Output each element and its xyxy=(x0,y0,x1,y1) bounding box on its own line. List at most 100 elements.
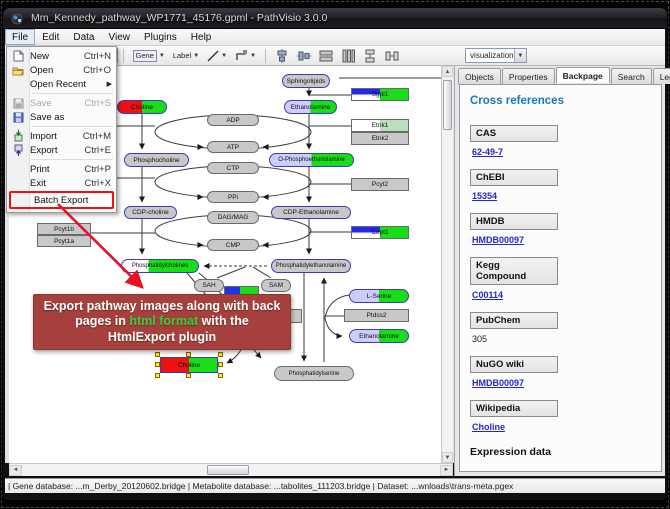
menu-data[interactable]: Data xyxy=(66,29,101,45)
tab-backpage[interactable]: Backpage xyxy=(556,67,610,83)
menu-item-open[interactable]: Open Ctrl+O xyxy=(7,63,116,77)
menu-item-batch-export[interactable]: Batch Export xyxy=(11,193,112,207)
save-icon xyxy=(10,98,26,109)
stack-horizontal-button[interactable] xyxy=(382,48,402,64)
menu-item-export[interactable]: Export Ctrl+E xyxy=(7,143,116,157)
xref-link[interactable]: Choline xyxy=(472,422,505,432)
backpage-panel[interactable]: Cross references CAS 62-49-7 ChEBI 15354… xyxy=(459,84,662,472)
node-ptdss2[interactable]: Ptdss2 xyxy=(344,309,409,322)
connector-tool[interactable]: ▼ xyxy=(232,48,259,64)
align-center-x-icon xyxy=(275,49,289,63)
node-phosphatidylethanolamine[interactable]: Phosphatidylethanolamine xyxy=(271,259,351,273)
selection-handle[interactable] xyxy=(186,352,191,357)
tab-search[interactable]: Search xyxy=(611,68,652,84)
save-as-icon xyxy=(10,112,26,123)
export-icon xyxy=(10,144,26,156)
tab-legend[interactable]: Legend xyxy=(653,68,670,84)
menu-item-open-recent[interactable]: Open Recent ▶ xyxy=(7,77,116,91)
scroll-up-icon[interactable]: ▲ xyxy=(442,66,453,77)
cross-references-heading: Cross references xyxy=(470,95,651,107)
tab-properties[interactable]: Properties xyxy=(502,68,555,84)
gene-node-tool[interactable]: Gene▼ xyxy=(130,48,168,64)
node-sgpl1[interactable]: Sgpl1 xyxy=(351,88,409,101)
align-center-y-button[interactable] xyxy=(294,48,314,64)
canvas-horizontal-scrollbar[interactable]: ◄ ► xyxy=(9,463,453,476)
menu-separator xyxy=(31,159,113,160)
node-cdp-choline[interactable]: CDP-choline xyxy=(124,206,177,219)
xref-link[interactable]: C00114 xyxy=(472,290,503,300)
align-center-x-button[interactable] xyxy=(272,48,292,64)
node-sah[interactable]: SAH xyxy=(194,279,224,292)
selection-handle[interactable] xyxy=(186,373,191,378)
node-cept1[interactable]: Cept1 xyxy=(351,226,409,239)
menu-item-print[interactable]: Print Ctrl+P xyxy=(7,162,116,176)
node-phosphatidylcholines[interactable]: Phosphatidylcholines xyxy=(121,259,199,273)
common-height-icon xyxy=(341,49,355,63)
node-ethanolamine[interactable]: Ethanolamine xyxy=(284,100,337,114)
node-sphingolipids[interactable]: Sphingolipids xyxy=(282,74,330,88)
node-pcyt1b[interactable]: Pcyt1b xyxy=(37,223,91,235)
node-dag-mag[interactable]: DAG/MAG xyxy=(207,211,259,224)
xref-section-hmdb: HMDB HMDB00097 xyxy=(470,213,651,257)
node-phosphatidylserine[interactable]: Phosphatidylserine xyxy=(274,366,354,381)
scroll-down-icon[interactable]: ▼ xyxy=(442,452,453,463)
node-sam[interactable]: SAM xyxy=(261,279,291,292)
node-pcyt1a[interactable]: Pcyt1a xyxy=(37,235,91,247)
xref-link[interactable]: 62-49-7 xyxy=(472,147,503,157)
node-cmp[interactable]: CMP xyxy=(207,239,259,251)
node-ppi[interactable]: PPi xyxy=(207,191,259,203)
node-choline[interactable]: Choline xyxy=(117,100,167,114)
node-phosphocholine[interactable]: Phosphocholine xyxy=(124,153,189,167)
common-width-button[interactable] xyxy=(316,48,336,64)
chevron-down-icon: ▼ xyxy=(250,53,256,59)
selection-handle[interactable] xyxy=(155,362,160,367)
node-l-serine[interactable]: L-Serine xyxy=(349,289,409,303)
node-pcyt2[interactable]: Pcyt2 xyxy=(351,178,409,191)
menu-separator xyxy=(31,126,113,127)
menu-item-save[interactable]: Save Ctrl+S xyxy=(7,96,116,110)
canvas-vertical-scrollbar[interactable]: ▲ ▼ xyxy=(441,66,453,463)
node-etnk1[interactable]: Etnk1 xyxy=(351,119,409,132)
node-o-phosphoethanolamine[interactable]: O-Phosphoethanolamine xyxy=(269,153,354,167)
menu-help[interactable]: Help xyxy=(184,29,219,45)
callout-highlight-text: html format xyxy=(129,314,198,328)
node-choline-selected[interactable]: Choline xyxy=(157,354,221,376)
label-tool[interactable]: Label▼ xyxy=(170,48,202,64)
node-ctp[interactable]: CTP xyxy=(207,162,259,174)
menu-item-save-as[interactable]: Save as xyxy=(7,110,116,124)
xref-link[interactable]: HMDB00097 xyxy=(472,378,524,388)
menu-view[interactable]: View xyxy=(101,29,137,45)
selection-handle[interactable] xyxy=(218,352,223,357)
scroll-right-icon[interactable]: ► xyxy=(440,465,453,476)
title-bar[interactable]: Mm_Kennedy_pathway_WP1771_45176.gpml - P… xyxy=(3,8,667,29)
window-title: Mm_Kennedy_pathway_WP1771_45176.gpml - P… xyxy=(31,12,327,24)
node-cdp-ethanolamine[interactable]: CDP-Ethanolamine xyxy=(271,206,351,219)
expression-data-heading: Expression data xyxy=(470,446,651,458)
common-height-button[interactable] xyxy=(338,48,358,64)
menu-edit[interactable]: Edit xyxy=(35,29,66,45)
xref-link[interactable]: 15354 xyxy=(472,191,497,201)
menu-plugins[interactable]: Plugins xyxy=(137,29,184,45)
menu-item-new[interactable]: New Ctrl+N xyxy=(7,49,116,63)
xref-value: 305 xyxy=(472,334,487,344)
node-atp[interactable]: ATP xyxy=(207,141,259,153)
menu-item-import[interactable]: Import Ctrl+M xyxy=(7,129,116,143)
selection-handle[interactable] xyxy=(218,373,223,378)
line-tool[interactable]: ▼ xyxy=(204,48,230,64)
visualization-select[interactable]: visualization ▼ xyxy=(465,48,527,63)
scroll-left-icon[interactable]: ◄ xyxy=(9,465,22,476)
xref-link[interactable]: HMDB00097 xyxy=(472,235,524,245)
chevron-down-icon[interactable]: ▼ xyxy=(514,49,526,62)
selection-handle[interactable] xyxy=(155,352,160,357)
tab-objects[interactable]: Objects xyxy=(458,68,501,84)
node-ethanolamine-2[interactable]: Ethanolamine xyxy=(349,329,409,343)
stack-vertical-button[interactable] xyxy=(360,48,380,64)
selection-handle[interactable] xyxy=(155,373,160,378)
node-adp[interactable]: ADP xyxy=(207,114,259,126)
vertical-scroll-thumb[interactable] xyxy=(443,80,452,130)
selection-handle[interactable] xyxy=(218,362,223,367)
menu-item-exit[interactable]: Exit Ctrl+X xyxy=(7,176,116,190)
menu-file[interactable]: File xyxy=(5,29,35,45)
horizontal-scroll-thumb[interactable] xyxy=(207,465,249,475)
node-etnk2[interactable]: Etnk2 xyxy=(351,132,409,145)
